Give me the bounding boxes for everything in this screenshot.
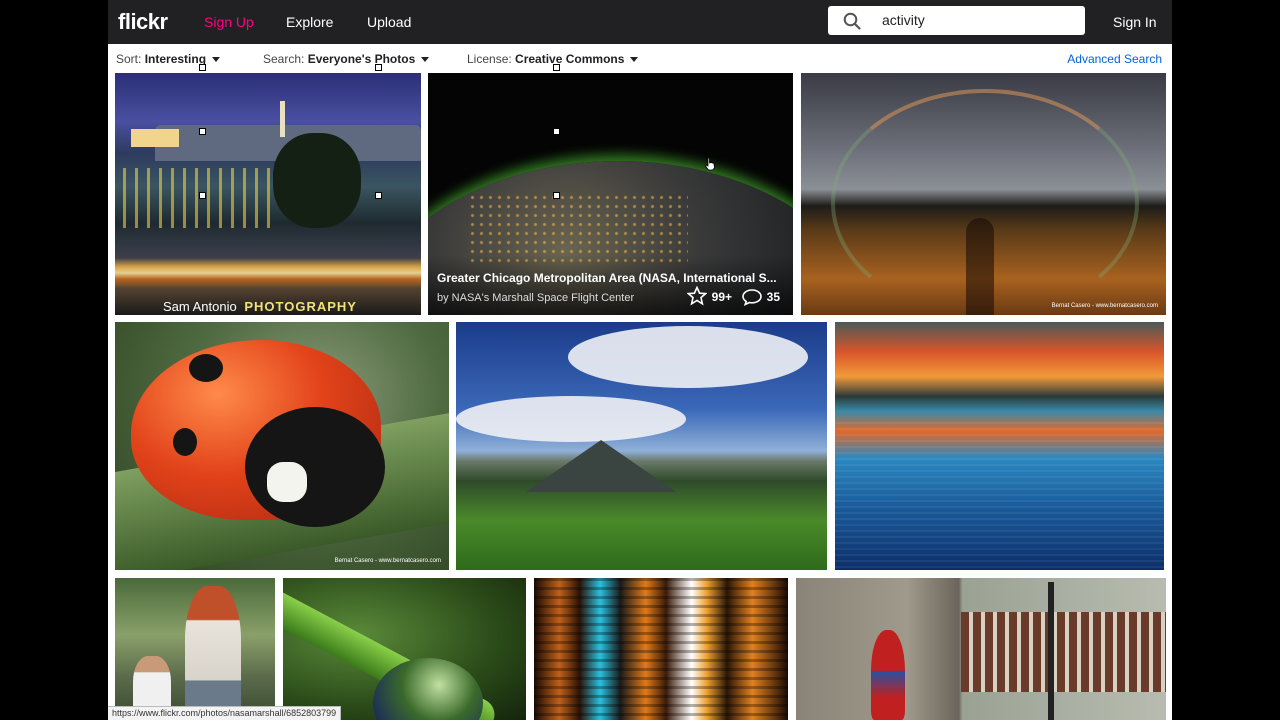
search-scope-value: Everyone's Photos — [307, 52, 416, 66]
photo-hover-overlay — [428, 255, 793, 315]
photo-tile-chicago-from-space[interactable]: Greater Chicago Metropolitan Area (NASA,… — [428, 73, 793, 315]
search-filter-bar: Sort: Interesting Search: Everyone's Pho… — [108, 44, 1172, 72]
search-input[interactable]: activity — [828, 6, 1085, 35]
light-trails — [115, 258, 421, 288]
cloud-shape — [568, 326, 808, 388]
sort-label: Sort: — [116, 52, 142, 66]
selection-handle[interactable] — [553, 64, 560, 71]
sea-shimmer — [835, 422, 1164, 570]
mountain-shape — [526, 440, 676, 492]
memorial-glow — [131, 129, 179, 147]
photo-watermark: Bernat Casero - www.bernatcasero.com — [334, 558, 441, 564]
ladybug-spot — [189, 354, 223, 382]
caret-down-icon — [630, 57, 639, 63]
upload-link[interactable]: Upload — [367, 14, 411, 30]
explore-link[interactable]: Explore — [286, 14, 333, 30]
top-navbar: flickr Sign Up Explore Upload activity S… — [108, 0, 1172, 44]
monument-shape — [280, 101, 285, 137]
photo-author[interactable]: by NASA's Marshall Space Flight Center — [437, 292, 634, 304]
photo-tile-light-reflections[interactable] — [534, 578, 788, 720]
hand-cursor-icon — [704, 157, 715, 171]
star-icon[interactable] — [687, 286, 707, 306]
signup-link[interactable]: Sign Up — [204, 14, 254, 30]
search-query-text: activity — [882, 12, 925, 28]
selection-handle[interactable] — [553, 192, 560, 199]
search-scope-dropdown[interactable]: Search: Everyone's Photos — [263, 52, 430, 66]
selection-handle[interactable] — [199, 64, 206, 71]
photo-tile-sunset-sea[interactable] — [835, 322, 1164, 570]
photo-title[interactable]: Greater Chicago Metropolitan Area (NASA,… — [437, 271, 777, 285]
sort-value: Interesting — [144, 52, 207, 66]
spiderman-figure — [871, 630, 905, 720]
ladybug-spot — [173, 428, 197, 456]
watermark-brand: PHOTOGRAPHY — [244, 299, 357, 314]
comment-icon[interactable] — [741, 288, 763, 306]
lamp-post-shape — [1048, 582, 1054, 720]
city-lights — [468, 193, 688, 263]
cloud-shape — [456, 396, 686, 442]
flickr-app: flickr Sign Up Explore Upload activity S… — [108, 0, 1172, 720]
selection-handle[interactable] — [375, 192, 382, 199]
shadow-figure — [966, 218, 994, 315]
comments-count: 35 — [766, 290, 780, 304]
ladybug-head — [245, 407, 385, 527]
flickr-logo[interactable]: flickr — [118, 9, 168, 35]
person-shape — [185, 586, 241, 720]
selection-handle[interactable] — [375, 64, 382, 71]
caret-down-icon — [421, 57, 430, 63]
selection-handle[interactable] — [199, 192, 206, 199]
photo-tile-water-drop[interactable] — [283, 578, 526, 720]
photo-watermark: Bernat Casero - www.bernatcasero.com — [1051, 303, 1158, 309]
water-reflections — [123, 168, 273, 228]
building-shape — [961, 612, 1166, 692]
ripple-pattern — [534, 578, 788, 720]
watermark-name: Sam Antonio — [163, 299, 237, 314]
search-icon — [843, 12, 861, 30]
license-label: License: — [467, 52, 512, 66]
photo-tile-ladybug[interactable]: Bernat Casero - www.bernatcasero.com — [115, 322, 449, 570]
caret-down-icon — [212, 57, 221, 63]
tree-shape — [273, 133, 361, 228]
selection-handle[interactable] — [199, 128, 206, 135]
photo-tile-rainbow-field[interactable]: Bernat Casero - www.bernatcasero.com — [801, 73, 1166, 315]
photo-tile-red-haired-woman[interactable] — [115, 578, 275, 720]
signin-link[interactable]: Sign In — [1113, 14, 1157, 30]
photo-tile-spiderman-street[interactable] — [796, 578, 1166, 720]
search-scope-label: Search: — [263, 52, 305, 66]
license-value: Creative Commons — [515, 52, 625, 66]
browser-status-url: https://www.flickr.com/photos/nasamarsha… — [108, 706, 342, 720]
photo-tile-mountain-valley[interactable] — [456, 322, 827, 570]
ladybug-spot-white — [267, 462, 307, 502]
faves-count: 99+ — [711, 290, 732, 304]
photo-watermark: Sam Antonio PHOTOGRAPHY — [163, 299, 357, 314]
advanced-search-link[interactable]: Advanced Search — [1067, 52, 1162, 66]
selection-handle[interactable] — [553, 128, 560, 135]
